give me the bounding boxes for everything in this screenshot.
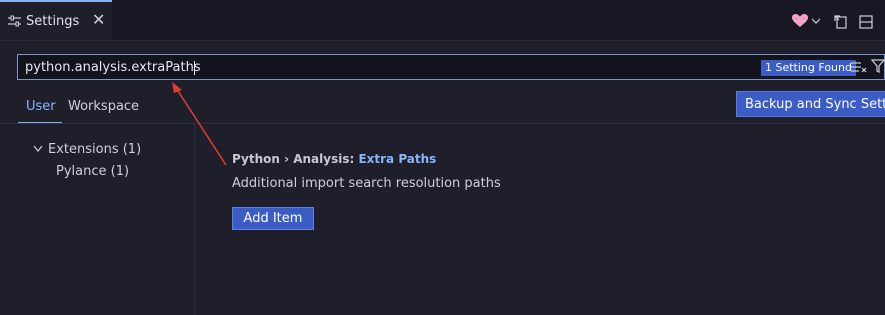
editor-tab-bar: Settings ✕ [0, 0, 885, 41]
annotation-arrow [172, 82, 227, 166]
heart-icon[interactable] [792, 14, 808, 28]
toc-item-extensions[interactable]: Extensions (1) [48, 142, 141, 157]
toc-divider [194, 124, 195, 315]
setting-title: Python › Analysis: Extra Paths [232, 152, 436, 166]
clear-filter-icon[interactable] [851, 60, 867, 74]
settings-sliders-icon [8, 15, 21, 27]
setting-name: Extra Paths [358, 152, 437, 166]
chevron-down-icon[interactable] [812, 18, 820, 24]
split-layout-icon[interactable] [859, 15, 873, 29]
backup-and-sync-button[interactable]: Backup and Sync Settings [736, 91, 885, 117]
results-count-badge: 1 Setting Found [761, 60, 856, 76]
filter-icon[interactable] [871, 59, 885, 73]
settings-search-box[interactable]: 1 Setting Found [17, 54, 885, 80]
add-item-button[interactable]: Add Item [232, 207, 314, 230]
chevron-down-icon[interactable] [33, 145, 43, 153]
tab-user[interactable]: User [26, 99, 56, 114]
tab-workspace[interactable]: Workspace [68, 99, 139, 114]
setting-description: Additional import search resolution path… [232, 176, 501, 191]
open-settings-json-icon[interactable] [834, 15, 848, 29]
header-divider [0, 123, 885, 124]
text-caret [194, 61, 195, 75]
tab-title: Settings [26, 14, 80, 29]
settings-tab[interactable]: Settings ✕ [0, 0, 112, 40]
setting-category: Python › Analysis: [232, 152, 359, 166]
search-input[interactable] [25, 55, 625, 79]
toc-item-pylance[interactable]: Pylance (1) [56, 164, 129, 179]
close-tab-icon[interactable]: ✕ [92, 12, 105, 28]
